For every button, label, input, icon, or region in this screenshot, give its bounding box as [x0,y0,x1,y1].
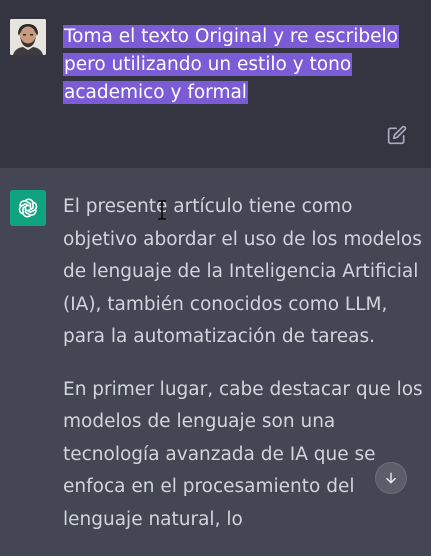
assistant-message-text: El presente artículo tiene como objetivo… [63,191,423,556]
selected-text: Toma el texto Original y re escribelo pe… [63,25,399,104]
assistant-paragraph-1: El presente artículo tiene como objetivo… [63,196,422,347]
user-avatar [10,19,46,55]
user-message-row: Toma el texto Original y re escribelo pe… [0,0,431,168]
text-cursor-icon [157,200,167,220]
scroll-to-bottom-button[interactable] [375,462,407,494]
assistant-message-row: El presente artículo tiene como objetivo… [0,168,431,530]
user-message-text: Toma el texto Original y re escribelo pe… [63,23,423,107]
edit-icon[interactable] [387,125,407,145]
openai-logo-icon [10,190,46,226]
